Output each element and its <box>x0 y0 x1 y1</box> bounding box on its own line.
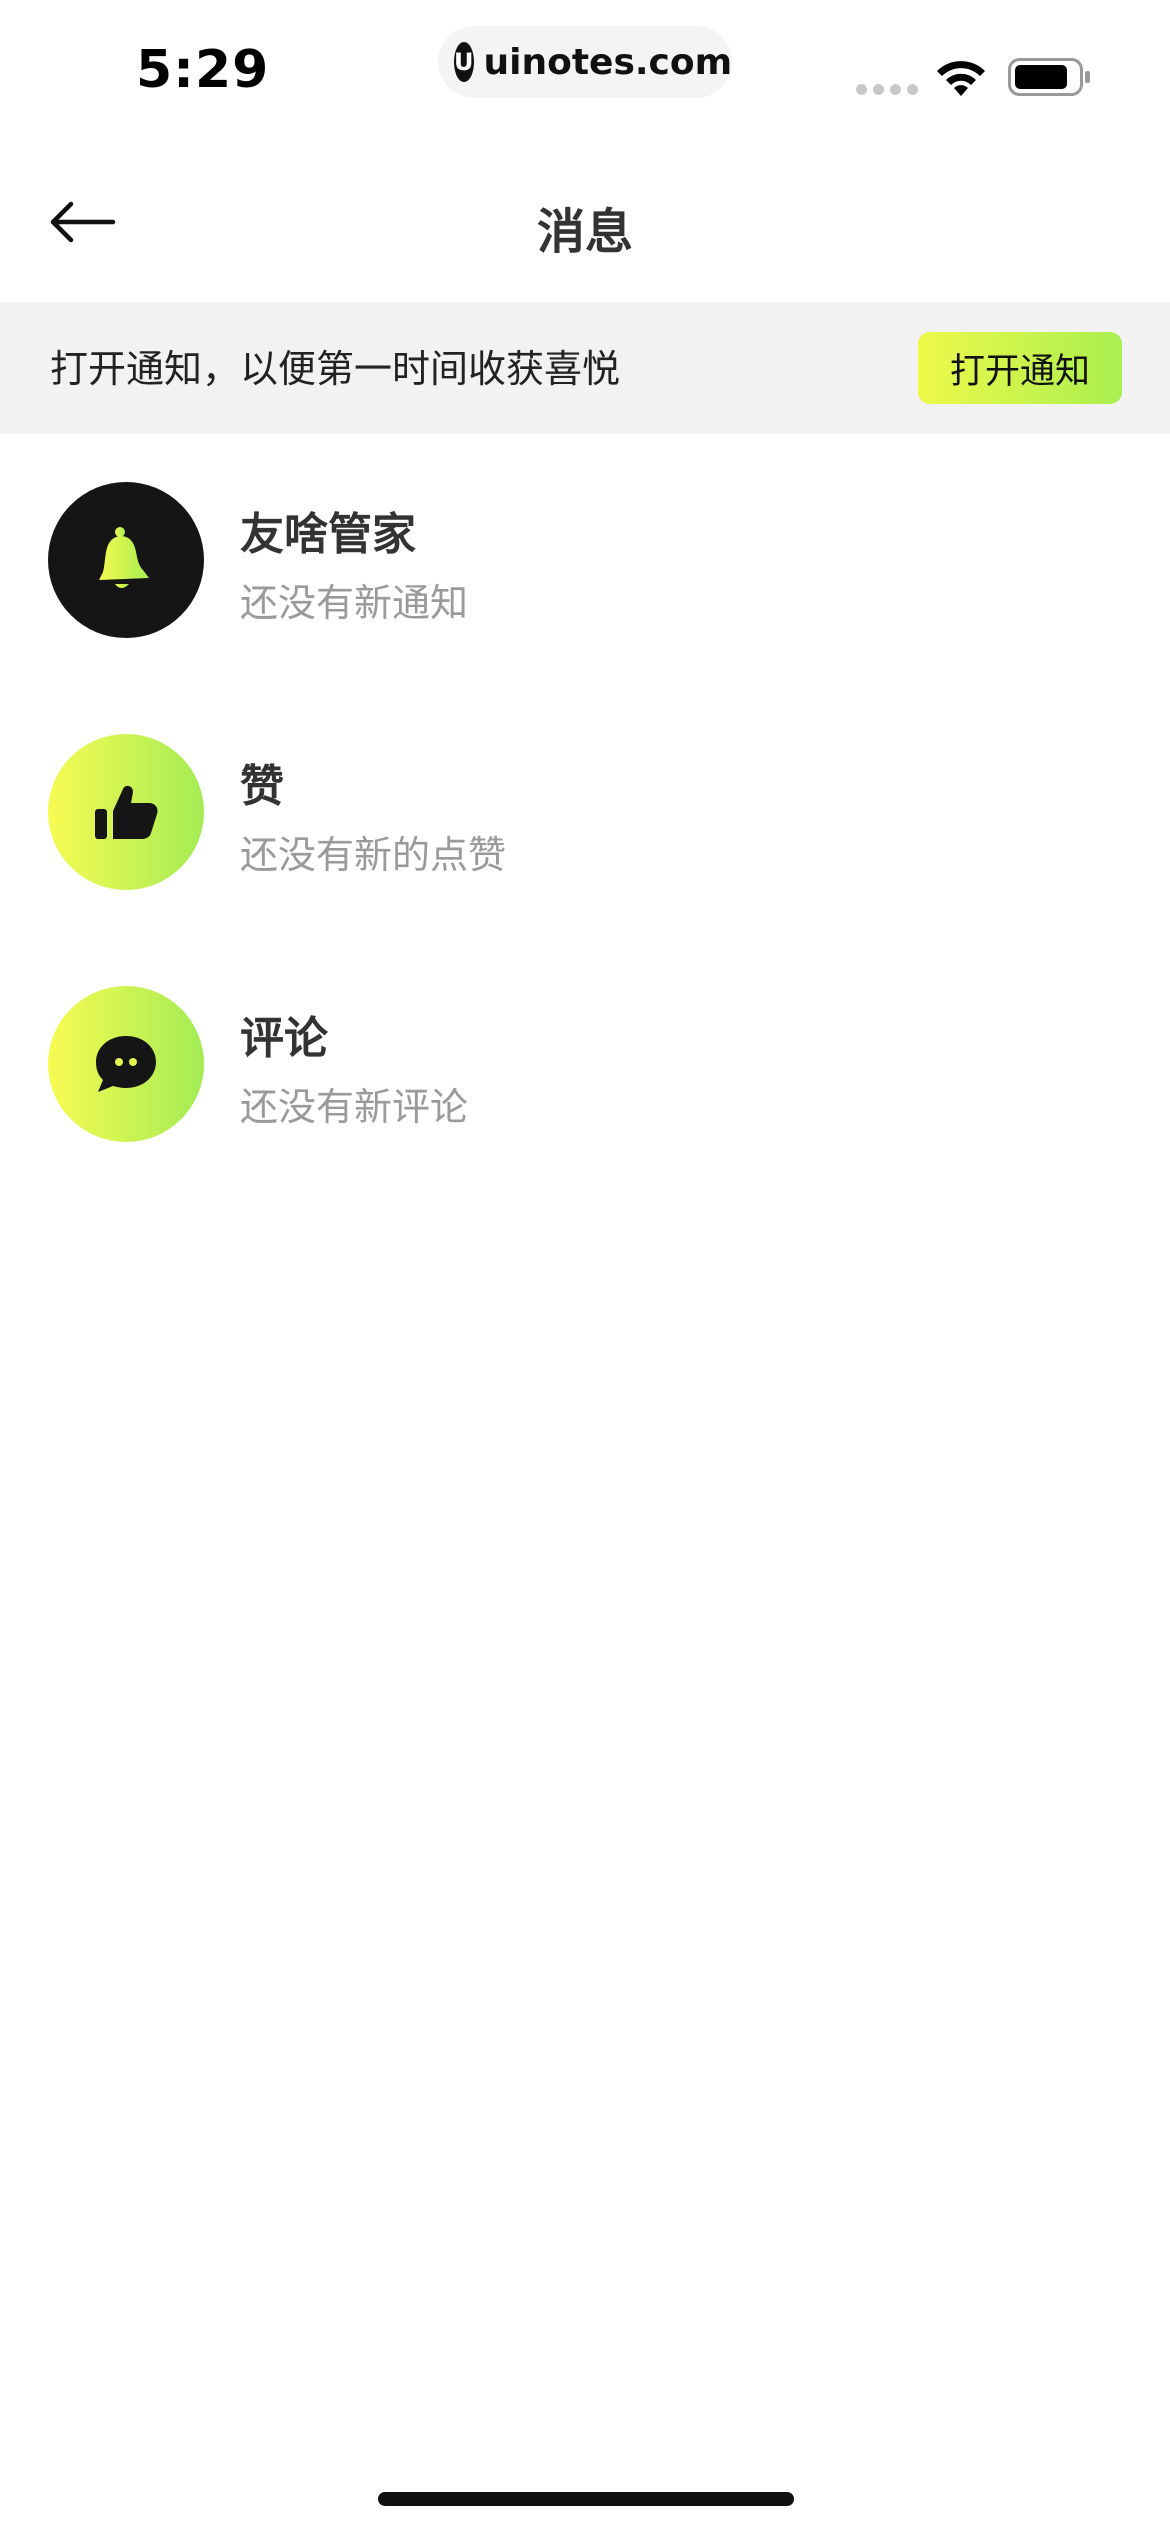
enable-notifications-button[interactable]: 打开通知 <box>918 332 1122 404</box>
message-title: 评论 <box>240 1013 328 1064</box>
nav-bar: 消息 <box>0 160 1170 284</box>
status-bar: 5:29 U uinotes.com <box>0 0 1170 140</box>
message-item-comments[interactable]: 评论 还没有新评论 <box>0 938 1170 1190</box>
status-time: 5:29 <box>136 40 270 100</box>
battery-icon <box>1008 58 1090 96</box>
thumbs-up-icon <box>95 785 158 839</box>
message-list: 友啥管家 还没有新通知 赞 还没有新的点赞 评论 还没有新评论 <box>0 434 1170 1190</box>
site-logo-icon: U <box>454 42 474 82</box>
cellular-signal-icon <box>856 84 918 95</box>
message-subtitle: 还没有新通知 <box>240 581 469 625</box>
likes-avatar <box>48 734 204 890</box>
url-text: uinotes.com <box>483 41 733 83</box>
message-title: 友啥管家 <box>240 509 416 560</box>
url-pill[interactable]: U uinotes.com <box>438 26 732 98</box>
comments-avatar <box>48 986 204 1142</box>
notification-banner: 打开通知，以便第一时间收获喜悦 打开通知 <box>0 302 1170 434</box>
home-indicator[interactable] <box>378 2492 794 2506</box>
page-title: 消息 <box>536 204 633 260</box>
chat-bubble-icon <box>96 1036 156 1092</box>
message-item-assistant[interactable]: 友啥管家 还没有新通知 <box>0 434 1170 686</box>
message-item-likes[interactable]: 赞 还没有新的点赞 <box>0 686 1170 938</box>
notification-banner-text: 打开通知，以便第一时间收获喜悦 <box>50 347 621 391</box>
bell-icon <box>99 527 149 588</box>
message-title: 赞 <box>240 761 284 812</box>
wifi-icon <box>937 61 985 96</box>
message-subtitle: 还没有新评论 <box>240 1085 469 1129</box>
assistant-avatar <box>48 482 204 638</box>
message-subtitle: 还没有新的点赞 <box>240 833 507 877</box>
